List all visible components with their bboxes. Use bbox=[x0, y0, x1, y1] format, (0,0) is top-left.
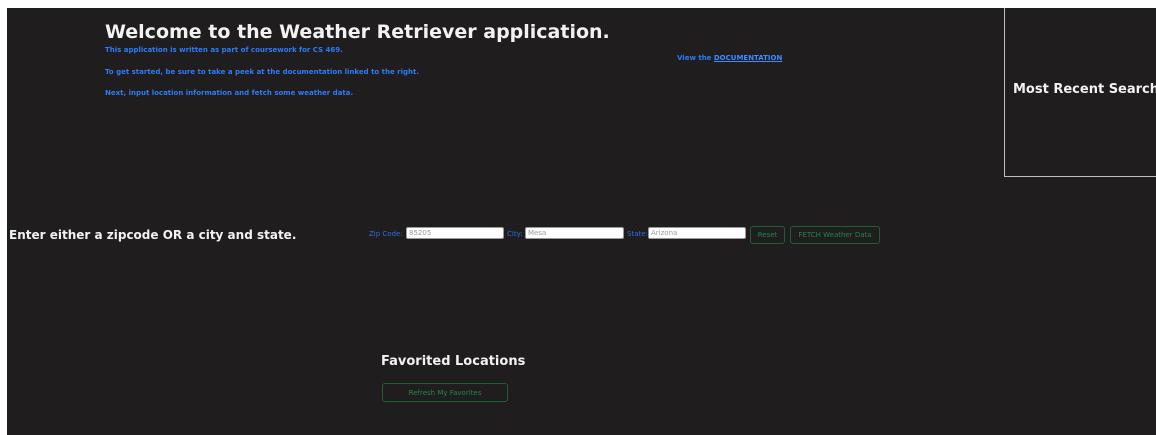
documentation-prefix: View the bbox=[677, 54, 714, 62]
location-prompt: Enter either a zipcode OR a city and sta… bbox=[9, 228, 297, 242]
page-title: Welcome to the Weather Retriever applica… bbox=[105, 21, 610, 43]
recent-searches-panel: Most Recent Searches bbox=[1004, 8, 1156, 177]
zip-code-label: Zip Code: bbox=[369, 230, 403, 238]
recent-searches-title: Most Recent Searches bbox=[1013, 82, 1156, 97]
intro-line-next-steps: Next, input location information and fet… bbox=[105, 89, 354, 97]
reset-button[interactable]: Reset bbox=[750, 226, 785, 244]
favorited-locations-title: Favorited Locations bbox=[381, 354, 526, 369]
page: Welcome to the Weather Retriever applica… bbox=[0, 0, 1156, 435]
state-input[interactable] bbox=[648, 227, 746, 239]
app-panel: Welcome to the Weather Retriever applica… bbox=[7, 8, 1156, 435]
fetch-weather-button[interactable]: FETCH Weather Data bbox=[790, 226, 880, 244]
city-label: City: bbox=[507, 230, 523, 238]
refresh-favorites-button[interactable]: Refresh My Favorites bbox=[382, 383, 508, 402]
intro-line-coursework: This application is written as part of c… bbox=[105, 46, 343, 54]
documentation-line: View the DOCUMENTATION bbox=[677, 54, 782, 62]
state-label: State: bbox=[627, 230, 648, 238]
intro-line-documentation: To get started, be sure to take a peek a… bbox=[105, 68, 420, 76]
documentation-link[interactable]: DOCUMENTATION bbox=[714, 54, 782, 62]
zip-code-input[interactable] bbox=[406, 227, 504, 239]
city-input[interactable] bbox=[525, 227, 624, 239]
